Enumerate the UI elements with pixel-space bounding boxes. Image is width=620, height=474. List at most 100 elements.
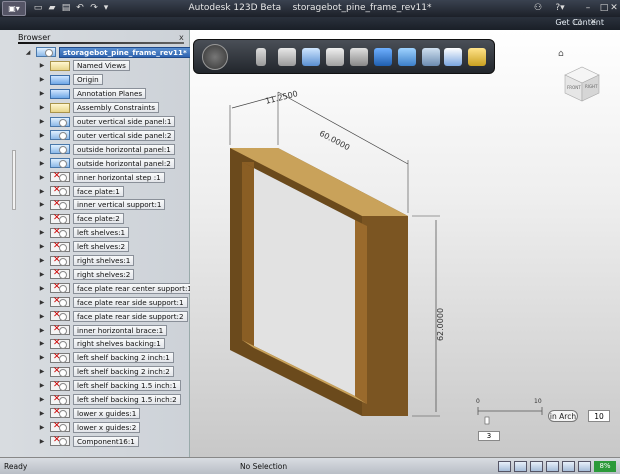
browser-tree-item[interactable]: ▶ lower x guides:2: [38, 421, 141, 433]
browser-tree-item[interactable]: ▶ face plate:1: [38, 185, 124, 197]
expand-arrow-icon[interactable]: ▶: [38, 132, 46, 139]
browser-root-item[interactable]: ◢ storagebot_pine_frame_rev11*: [24, 46, 191, 58]
browser-tree-item[interactable]: ▶ left shelf backing 2 inch:2: [38, 366, 174, 378]
expand-arrow-icon[interactable]: ▶: [38, 354, 46, 361]
suppressed-component-icon[interactable]: [50, 199, 70, 210]
scale-value-field[interactable]: 10: [588, 410, 610, 422]
viewcube-front-label[interactable]: FRONT: [567, 85, 581, 90]
2d-icon[interactable]: [444, 48, 462, 66]
grid-icon[interactable]: [578, 461, 591, 472]
expand-arrow-icon[interactable]: ▶: [38, 174, 46, 181]
browser-tree-item[interactable]: ▶ right shelves:2: [38, 268, 135, 280]
browser-tree-item[interactable]: ▶ face plate rear side support:2: [38, 310, 188, 322]
browser-tree-item[interactable]: ▶ face plate rear side support:1: [38, 296, 188, 308]
expand-arrow-icon[interactable]: ▶: [38, 340, 46, 347]
browser-tree-item[interactable]: ▶ outer vertical side panel:2: [38, 129, 176, 141]
suppressed-component-icon[interactable]: [50, 282, 70, 294]
browser-tree-item[interactable]: ▶ left shelves:1: [38, 227, 130, 239]
visibility-icon[interactable]: [50, 88, 70, 99]
browser-tree-item[interactable]: ▶ outer vertical side panel:1: [38, 116, 176, 128]
viewcube[interactable]: FRONT RIGHT: [557, 57, 607, 107]
component-icon[interactable]: [50, 130, 70, 141]
suppressed-component-icon[interactable]: [50, 227, 70, 238]
browser-tree-item[interactable]: ▶ lower x guides:1: [38, 407, 141, 419]
folder-icon[interactable]: [50, 102, 70, 113]
expand-arrow-icon[interactable]: ▶: [38, 382, 46, 389]
suppressed-component-icon[interactable]: [50, 310, 70, 322]
browser-tree-item[interactable]: ▶ outside horizontal panel:1: [38, 143, 175, 155]
browser-tree-item[interactable]: ▶ right shelves:1: [38, 255, 135, 267]
construct-icon[interactable]: [326, 48, 344, 66]
browser-tree-item[interactable]: ▶ Assembly Constraints: [38, 102, 159, 114]
suppressed-component-icon[interactable]: [50, 435, 70, 447]
browser-tree-item[interactable]: ▶ face plate rear center support:1: [38, 282, 196, 294]
primitives-icon[interactable]: [278, 48, 296, 66]
suppressed-component-icon[interactable]: [50, 407, 70, 419]
suppressed-component-icon[interactable]: [50, 255, 70, 266]
browser-tree-item[interactable]: ▶ Origin: [38, 74, 103, 86]
suppressed-component-icon[interactable]: [50, 338, 70, 349]
suppressed-component-icon[interactable]: [50, 296, 70, 308]
browser-tree-item[interactable]: ▶ inner vertical support:1: [38, 199, 166, 211]
expand-arrow-icon[interactable]: ▶: [38, 76, 46, 83]
visual-style-icon[interactable]: [562, 461, 575, 472]
grouping-icon[interactable]: [398, 48, 416, 66]
suppressed-component-icon[interactable]: [50, 241, 70, 252]
fit-icon[interactable]: [546, 461, 559, 472]
pan-icon[interactable]: [514, 461, 527, 472]
component-icon[interactable]: [50, 144, 70, 155]
expand-arrow-icon[interactable]: ▶: [38, 368, 46, 375]
materials-icon[interactable]: [468, 48, 486, 66]
suppressed-component-icon[interactable]: [50, 421, 70, 433]
combine-icon[interactable]: [422, 48, 440, 66]
suppressed-component-icon[interactable]: [50, 352, 70, 363]
browser-tree-item[interactable]: ▶ right shelves backing:1: [38, 338, 165, 350]
expand-arrow-icon[interactable]: ▶: [38, 104, 46, 111]
minimize-icon[interactable]: –: [580, 1, 596, 14]
signin-icon[interactable]: ⚇: [530, 1, 546, 14]
expand-arrow-icon[interactable]: ▶: [38, 271, 46, 278]
model-viewport[interactable]: [190, 30, 620, 457]
visibility-icon[interactable]: [50, 74, 70, 85]
scale-small-field[interactable]: 3: [478, 431, 500, 441]
viewcube-right-label[interactable]: RIGHT: [585, 84, 598, 89]
browser-tree-item[interactable]: ▶ left shelves:2: [38, 241, 130, 253]
suppressed-component-icon[interactable]: [50, 324, 70, 335]
browser-scrollbar[interactable]: [12, 150, 16, 210]
expand-arrow-icon[interactable]: ▶: [38, 188, 46, 195]
expand-arrow-icon[interactable]: ▶: [38, 90, 46, 97]
expand-arrow-icon[interactable]: ▶: [38, 146, 46, 153]
scale-slider-handle[interactable]: [484, 416, 490, 425]
browser-tree-item[interactable]: ▶ inner horizontal brace:1: [38, 324, 168, 336]
close-icon[interactable]: ✕: [606, 1, 620, 14]
browser-tree-item[interactable]: ▶ left shelf backing 2 inch:1: [38, 352, 174, 364]
component-icon[interactable]: [50, 116, 70, 127]
expand-arrow-icon[interactable]: ▶: [38, 201, 46, 208]
suppressed-component-icon[interactable]: [50, 366, 70, 377]
browser-tree-item[interactable]: ▶ face plate:2: [38, 213, 124, 225]
suppressed-component-icon[interactable]: [50, 185, 70, 196]
modify-icon[interactable]: [350, 48, 368, 66]
browser-tree-item[interactable]: ▶ left shelf backing 1.5 inch:2: [38, 394, 181, 406]
expand-arrow-icon[interactable]: ▶: [38, 257, 46, 264]
get-content-button[interactable]: Get Content: [555, 18, 604, 27]
model-canvas[interactable]: [190, 30, 620, 457]
expand-arrow-icon[interactable]: ▶: [38, 243, 46, 250]
expand-arrow-icon[interactable]: ▶: [38, 285, 46, 292]
expand-arrow-icon[interactable]: ▶: [38, 313, 46, 320]
suppressed-component-icon[interactable]: [50, 380, 70, 391]
suppressed-component-icon[interactable]: [50, 268, 70, 280]
browser-tree-item[interactable]: ▶ Component16:1: [38, 435, 139, 447]
suppressed-component-icon[interactable]: [50, 394, 70, 405]
expand-arrow-icon[interactable]: ▶: [38, 410, 46, 417]
orbit-icon[interactable]: [498, 461, 511, 472]
browser-tree-item[interactable]: ▶ left shelf backing 1.5 inch:1: [38, 380, 181, 392]
menu-cube-icon[interactable]: [202, 44, 228, 70]
help-icon[interactable]: ?▾: [552, 1, 568, 14]
expand-arrow-icon[interactable]: ▶: [38, 396, 46, 403]
browser-close-button[interactable]: x: [179, 33, 184, 42]
expand-arrow-icon[interactable]: ▶: [38, 229, 46, 236]
expand-arrow-icon[interactable]: ▶: [38, 438, 46, 445]
browser-tree-item[interactable]: ▶ inner horizontal step :1: [38, 171, 165, 183]
browser-tree-item[interactable]: ▶ Annotation Planes: [38, 88, 147, 100]
